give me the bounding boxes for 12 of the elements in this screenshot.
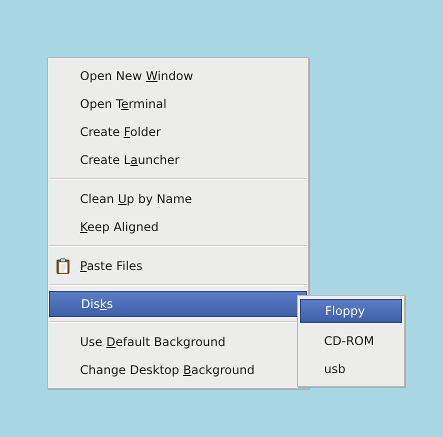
- menu-item[interactable]: Create Launcher: [49, 146, 307, 174]
- menu-item[interactable]: Paste Files: [49, 252, 307, 280]
- menu-item[interactable]: Open New Window: [49, 62, 307, 90]
- menu-item[interactable]: Open Terminal: [49, 90, 307, 118]
- menu-item[interactable]: Floppy: [300, 299, 402, 323]
- menu-item[interactable]: usb: [300, 355, 402, 383]
- menu-item[interactable]: Clean Up by Name: [49, 185, 307, 213]
- menu-item[interactable]: CD-ROM: [300, 327, 402, 355]
- menu-item[interactable]: Keep Aligned: [49, 213, 307, 241]
- menu-item[interactable]: Disks: [49, 291, 307, 317]
- menu-item[interactable]: Create Folder: [49, 118, 307, 146]
- clipboard-icon: [56, 258, 70, 274]
